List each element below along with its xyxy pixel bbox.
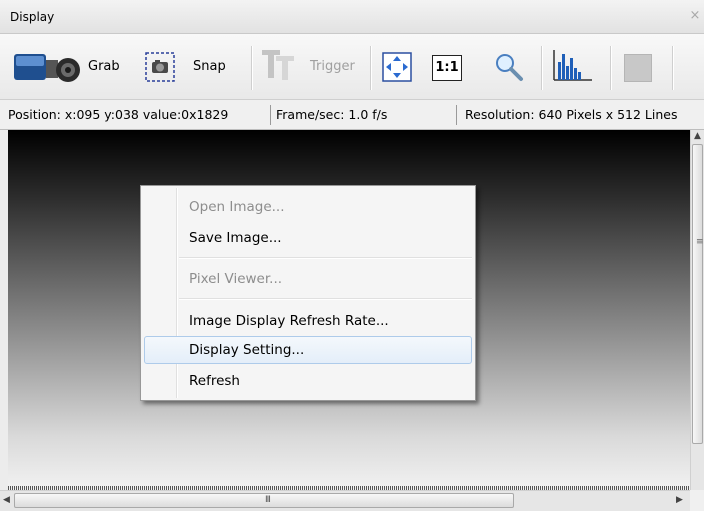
vertical-scrollbar[interactable]: ▲ ≡ [690, 130, 704, 490]
snap-button[interactable]: Snap [140, 34, 240, 100]
menu-item-label: Image Display Refresh Rate... [189, 313, 389, 329]
one-to-one-icon: 1:1 [432, 55, 462, 81]
scroll-left-icon[interactable]: ◀ [3, 495, 10, 505]
menu-item-pixel-viewer[interactable]: Pixel Viewer... [144, 265, 472, 293]
grab-button[interactable]: Grab [8, 34, 120, 100]
horizontal-scroll-thumb[interactable]: III [14, 493, 514, 508]
stop-button[interactable] [616, 34, 666, 100]
actual-size-button[interactable]: 1:1 [428, 34, 468, 100]
status-frame-rate: Frame/sec: 1.0 f/s [276, 107, 388, 122]
status-bar: Position: x:095 y:038 value:0x1829 Frame… [0, 100, 704, 130]
vertical-grip-icon: ≡ [696, 237, 704, 247]
camera-icon [14, 54, 80, 82]
trigger-icon [262, 50, 294, 80]
status-separator [270, 105, 271, 125]
vertical-scroll-thumb[interactable]: ≡ [692, 144, 704, 444]
left-frame-edge [0, 130, 8, 490]
one-to-one-label: 1:1 [435, 60, 459, 75]
window-title: Display [10, 10, 55, 24]
toolbar-separator [541, 46, 543, 90]
menu-item-label: Save Image... [189, 230, 282, 246]
close-icon[interactable]: × [688, 9, 702, 23]
fit-arrows-icon [382, 52, 412, 82]
menu-item-label: Pixel Viewer... [189, 271, 283, 287]
scrollbar-corner [690, 490, 704, 511]
fit-to-window-button[interactable] [378, 34, 418, 100]
toolbar: Grab Snap Trigger 1:1 [0, 34, 704, 100]
magnifier-icon [496, 54, 523, 81]
snap-camera-icon [145, 52, 175, 82]
menu-item-refresh[interactable]: Refresh [144, 367, 472, 395]
horizontal-scrollbar[interactable]: ◀ III ▶ [0, 490, 690, 511]
toolbar-separator [251, 46, 253, 90]
trigger-label: Trigger [310, 59, 355, 74]
histogram-button[interactable] [548, 34, 598, 100]
context-menu: Open Image... Save Image... Pixel Viewer… [140, 185, 476, 401]
trigger-button[interactable]: Trigger [258, 34, 368, 100]
toolbar-separator [610, 46, 612, 90]
menu-item-label: Open Image... [189, 199, 285, 215]
menu-item-open-image[interactable]: Open Image... [144, 193, 472, 221]
menu-item-label: Refresh [189, 373, 240, 389]
stop-icon [624, 54, 652, 82]
status-position: Position: x:095 y:038 value:0x1829 [8, 107, 229, 122]
menu-item-display-setting[interactable]: Display Setting... [144, 336, 472, 364]
menu-item-refresh-rate[interactable]: Image Display Refresh Rate... [144, 307, 472, 335]
snap-label: Snap [193, 59, 226, 74]
scroll-right-icon[interactable]: ▶ [676, 495, 683, 505]
status-separator [456, 105, 457, 125]
grab-label: Grab [88, 59, 120, 74]
menu-item-save-image[interactable]: Save Image... [144, 224, 472, 252]
status-resolution: Resolution: 640 Pixels x 512 Lines [465, 107, 678, 122]
histogram-icon [553, 50, 592, 81]
zoom-button[interactable] [490, 34, 530, 100]
menu-separator [179, 298, 472, 300]
menu-separator [179, 257, 472, 259]
menu-item-label: Display Setting... [189, 342, 305, 358]
horizontal-grip-icon: III [265, 495, 271, 505]
scroll-up-icon[interactable]: ▲ [694, 131, 701, 141]
title-bar: Display × [0, 0, 704, 34]
toolbar-separator [672, 46, 674, 90]
toolbar-separator [370, 46, 372, 90]
